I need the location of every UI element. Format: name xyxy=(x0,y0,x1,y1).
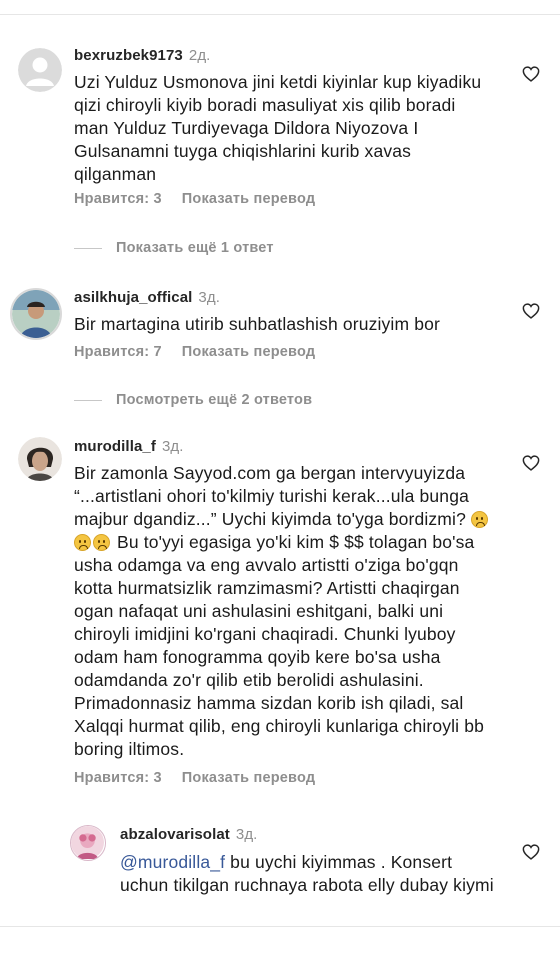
show-translation-link[interactable]: Показать перевод xyxy=(182,191,315,207)
heart-outline-icon[interactable] xyxy=(522,303,540,319)
comment-actions: Нравится: 3 Показать перевод xyxy=(74,770,315,786)
comment-username[interactable]: murodilla_f 3д. xyxy=(74,438,184,455)
heart-outline-icon[interactable] xyxy=(522,844,540,860)
likes-count[interactable]: Нравится: 3 xyxy=(74,191,162,207)
frowning-face-emoji-icon xyxy=(74,534,91,551)
profile-photo-icon xyxy=(12,290,60,338)
replies-divider xyxy=(74,247,102,249)
replies-divider xyxy=(74,399,102,401)
view-replies-button[interactable]: Посмотреть ещё 2 ответов xyxy=(74,392,312,408)
avatar[interactable] xyxy=(70,825,106,861)
likes-count[interactable]: Нравится: 3 xyxy=(74,770,162,786)
view-replies-button[interactable]: Показать ещё 1 ответ xyxy=(74,240,274,256)
comment-username[interactable]: asilkhuja_offical 3д. xyxy=(74,289,220,306)
avatar[interactable] xyxy=(10,288,62,340)
profile-photo-icon xyxy=(71,826,104,859)
show-translation-link[interactable]: Показать перевод xyxy=(182,344,315,360)
profile-photo-icon xyxy=(18,437,62,481)
user-mention-link[interactable]: @murodilla_f xyxy=(120,852,225,872)
comment-time: 3д. xyxy=(161,438,184,455)
comment-text: Bir martagina utirib suhbatlashish oruzi… xyxy=(74,314,440,334)
heart-outline-icon[interactable] xyxy=(522,455,540,471)
comment-text: @murodilla_f bu uychi kiyimmas . Konsert… xyxy=(120,851,495,897)
comment-time: 2д. xyxy=(188,47,211,64)
avatar[interactable] xyxy=(18,437,62,481)
top-divider xyxy=(0,14,560,15)
likes-count[interactable]: Нравится: 7 xyxy=(74,344,162,360)
heart-outline-icon[interactable] xyxy=(522,66,540,82)
comment-actions: Нравится: 3 Показать перевод xyxy=(74,191,315,207)
comment-time: 3д. xyxy=(235,826,258,843)
frowning-face-emoji-icon xyxy=(470,511,488,528)
comment-time: 3д. xyxy=(198,289,220,306)
show-translation-link[interactable]: Показать перевод xyxy=(182,770,315,786)
comment-text: Bir zamonla Sayyod.com ga bergan intervy… xyxy=(74,462,494,761)
comment-username[interactable]: bexruzbek9173 2д. xyxy=(74,47,210,64)
comment-text: Uzi Yulduz Usmonova jini ketdi kiyinlar … xyxy=(74,72,482,184)
frowning-face-emoji-icon xyxy=(93,534,110,551)
comment-username[interactable]: abzalovarisolat 3д. xyxy=(120,826,257,843)
comment-text-part: Bu to'yyi egasiga yo'ki kim $ $$ tolagan… xyxy=(74,532,484,759)
comment-actions: Нравится: 7 Показать перевод xyxy=(74,344,315,360)
bottom-divider xyxy=(0,926,560,927)
comment-text-part: Bir zamonla Sayyod.com ga bergan intervy… xyxy=(74,463,469,529)
default-avatar-icon xyxy=(18,48,62,92)
avatar[interactable] xyxy=(18,48,62,92)
